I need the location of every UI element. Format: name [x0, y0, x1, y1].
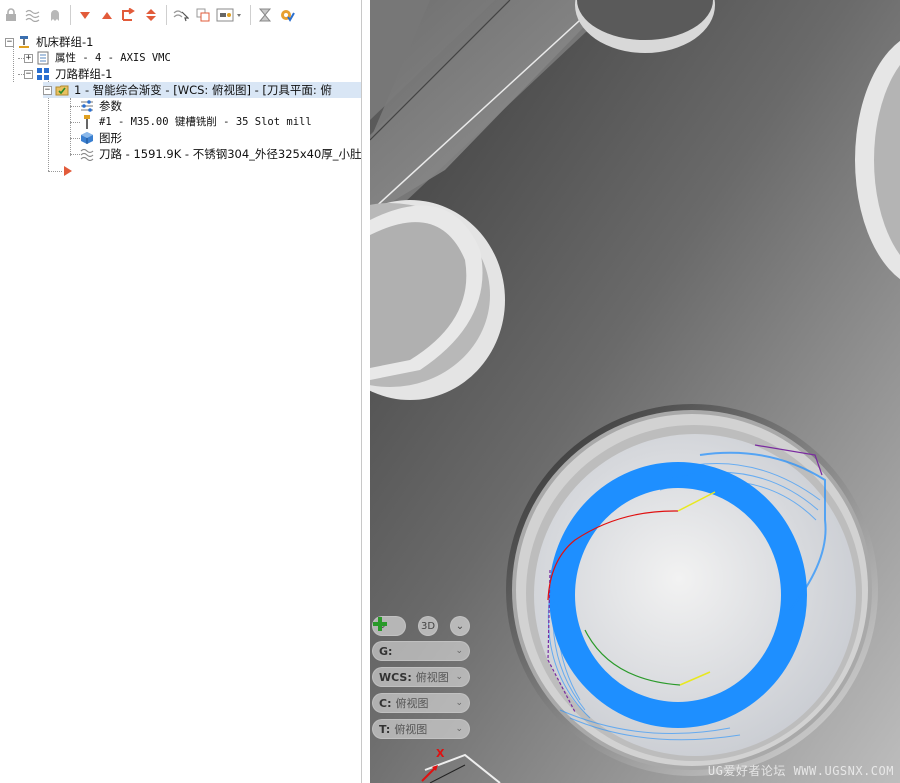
cplane-dropdown[interactable]: C: 俯视图 ⌄ [372, 693, 470, 713]
tree-item-label: 属性 - 4 - AXIS VMC [55, 52, 171, 64]
view-3d-label: 3D [420, 620, 436, 632]
tree-item-label: 图形 [99, 131, 122, 145]
tree-connector [70, 154, 80, 155]
select-path-icon[interactable] [172, 6, 190, 24]
toolpath-wave-icon [80, 147, 94, 162]
view-3d-button[interactable]: 3D [418, 616, 438, 636]
insert-arrow[interactable] [62, 163, 81, 179]
tree-item-properties[interactable]: + 属性 - 4 - AXIS VMC [24, 50, 171, 66]
axis-x-label: X [436, 747, 445, 760]
tree-item-parameters[interactable]: 参数 [80, 98, 122, 114]
add-view-button[interactable]: ⌄ [372, 616, 406, 636]
wcs-dropdown[interactable]: WCS: 俯视图 ⌄ [372, 667, 470, 687]
toolbar-separator [166, 5, 167, 25]
machine-icon [17, 35, 31, 49]
tree-item-toolpath-group[interactable]: − 刀路群组-1 [24, 66, 112, 82]
graphics-viewport[interactable]: ⌄ 3D ⌄ G: ⌄ WCS: 俯视图 ⌄ C: 俯视图 ⌄ T: 俯视图 ⌄… [370, 0, 900, 783]
tree-item-machine-group[interactable]: − 机床群组-1 [5, 34, 93, 50]
chevron-down-icon: ⌄ [455, 698, 463, 708]
operations-manager-panel: − 机床群组-1 + 属性 - 4 - AXIS VMC − 刀路群组-1 − [0, 0, 362, 783]
wcs-value: 俯视图 [415, 671, 449, 684]
operations-toolbar [0, 0, 361, 30]
gview-dropdown[interactable]: G: ⌄ [372, 641, 470, 661]
tree-connector [70, 106, 80, 107]
up-down-icon[interactable] [142, 6, 160, 24]
watermark-text: UG爱好者论坛 WWW.UGSNX.COM [707, 764, 894, 778]
expand-toggle[interactable]: + [24, 53, 33, 63]
end-mill-icon [80, 115, 94, 129]
ghost-icon[interactable] [46, 6, 64, 24]
cplane-label: C: [379, 696, 392, 710]
tree-item-label: #1 - M35.00 键槽铣削 - 35 Slot mill [99, 116, 312, 128]
chevron-down-icon: ⌄ [455, 646, 463, 656]
gear-check-icon[interactable] [278, 6, 296, 24]
display-options-icon[interactable] [216, 6, 244, 24]
wcs-label: WCS: [379, 670, 412, 684]
wave-icon[interactable] [24, 6, 42, 24]
copy-icon[interactable] [194, 6, 212, 24]
tree-item-tool[interactable]: #1 - M35.00 键槽铣削 - 35 Slot mill [80, 114, 312, 130]
tree-item-geometry[interactable]: 图形 [80, 130, 122, 146]
chevron-down-icon: ⌄ [455, 724, 463, 734]
chevron-down-icon: ⌄ [455, 620, 465, 632]
properties-icon [36, 51, 50, 65]
tree-connector [70, 122, 80, 123]
axis-indicator: X [420, 745, 460, 783]
collapse-toggle[interactable]: − [43, 85, 52, 95]
geometry-cube-icon [80, 131, 94, 145]
tree-connector [48, 171, 62, 172]
tplane-label: T: [379, 722, 391, 736]
arrow-down-icon[interactable] [76, 6, 94, 24]
tree-item-label: 参数 [99, 99, 122, 113]
parameters-icon [80, 99, 94, 113]
tree-connector [13, 46, 14, 82]
tree-connector [70, 138, 80, 139]
view-menu-button[interactable]: ⌄ [450, 616, 470, 636]
redirect-icon[interactable] [120, 6, 138, 24]
tree-item-toolpath[interactable]: 刀路 - 1591.9K - 不锈钢304_外径325x40厚_小肚 [80, 146, 362, 162]
tree-item-label: 1 - 智能综合渐变 - [WCS: 俯视图] - [刀具平面: 俯 [74, 83, 332, 97]
tplane-value: 俯视图 [394, 723, 428, 736]
tplane-dropdown[interactable]: T: 俯视图 ⌄ [372, 719, 470, 739]
gview-label: G: [379, 644, 393, 658]
tree-item-label: 刀路 - 1591.9K - 不锈钢304_外径325x40厚_小肚 [99, 147, 362, 161]
tree-item-operation[interactable]: − 1 - 智能综合渐变 - [WCS: 俯视图] - [刀具平面: 俯 [43, 82, 361, 98]
lock-icon[interactable] [2, 6, 20, 24]
tree-item-label: 机床群组-1 [36, 35, 94, 49]
toolpath-group-icon [36, 67, 50, 81]
insert-arrow-icon [62, 164, 76, 178]
tree-item-label: 刀路群组-1 [55, 67, 113, 81]
hourglass-icon[interactable] [256, 6, 274, 24]
toolbar-separator [70, 5, 71, 25]
arrow-up-icon[interactable] [98, 6, 116, 24]
viewport-scene [370, 0, 900, 783]
cplane-value: 俯视图 [395, 697, 429, 710]
chevron-down-icon: ⌄ [455, 672, 463, 682]
toolbar-separator [250, 5, 251, 25]
collapse-toggle[interactable]: − [5, 37, 14, 47]
folder-check-icon [55, 83, 69, 97]
collapse-toggle[interactable]: − [24, 69, 33, 79]
